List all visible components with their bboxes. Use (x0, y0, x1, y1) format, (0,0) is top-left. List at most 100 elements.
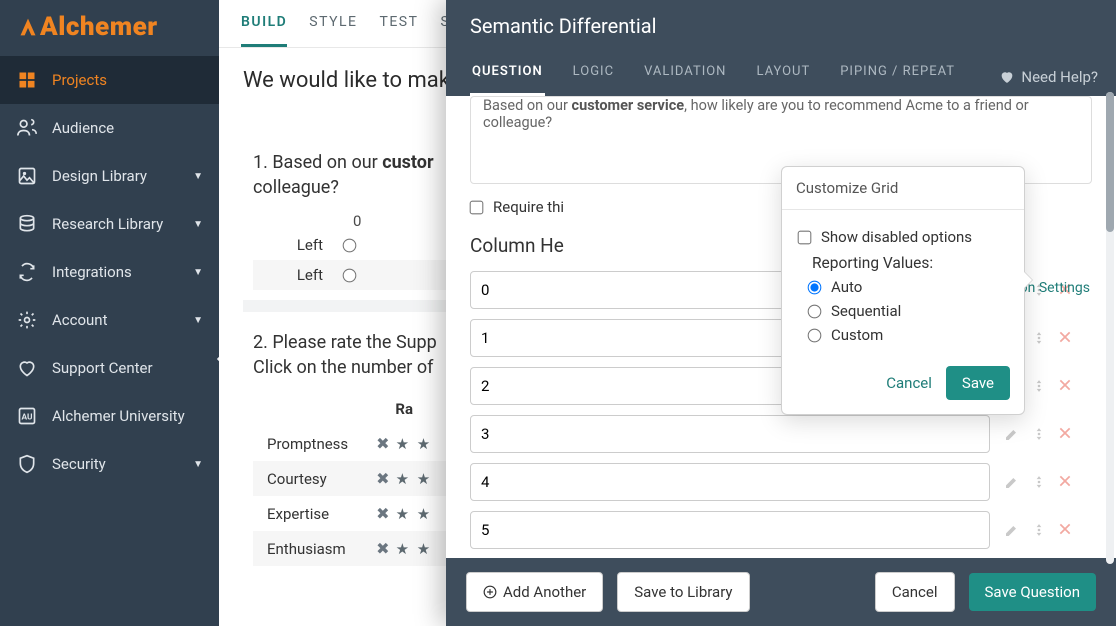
sidebar-item-label: Account (52, 311, 108, 329)
panel-header: Semantic Differential QUESTION LOGIC VAL… (446, 0, 1116, 96)
reporting-value-option[interactable]: Auto (808, 278, 1008, 296)
plus-circle-icon (483, 585, 497, 599)
tab-test[interactable]: TEST (379, 14, 418, 47)
delete-icon[interactable] (1058, 474, 1072, 490)
chevron-down-icon: ▼ (193, 459, 203, 470)
sidebar-item-label: Alchemer University (52, 407, 185, 425)
sidebar-item-integrations[interactable]: Integrations ▼ (0, 248, 219, 296)
show-disabled-row[interactable]: Show disabled options (798, 228, 1008, 246)
rating-row-label: Courtesy (253, 461, 362, 496)
cancel-button[interactable]: Cancel (875, 572, 955, 612)
sidebar-item-projects[interactable]: Projects (0, 56, 219, 104)
drag-handle-icon[interactable] (1032, 522, 1046, 538)
column-header-input[interactable] (470, 415, 990, 453)
delete-icon[interactable] (1058, 522, 1072, 538)
reporting-value-label: Sequential (831, 302, 901, 320)
db-icon (16, 213, 38, 235)
sidebar-item-label: Security (52, 455, 106, 473)
rating-row-label: Expertise (253, 496, 362, 531)
sidebar-item-label: Design Library (52, 167, 147, 185)
star-rating[interactable]: ✖★ ★ (362, 426, 446, 461)
panel-tab-question[interactable]: QUESTION (470, 54, 545, 96)
rating-row: Promptness✖★ ★ (253, 426, 446, 461)
chevron-down-icon: ▼ (193, 315, 203, 326)
column-header-row (470, 463, 1092, 501)
sync-icon (16, 261, 38, 283)
delete-icon[interactable] (1058, 330, 1072, 346)
popover-title: Customize Grid (782, 167, 1024, 210)
rating-row: Expertise✖★ ★ (253, 496, 446, 531)
drag-handle-icon[interactable] (1032, 378, 1046, 394)
rating-table: Ra Promptness✖★ ★Courtesy✖★ ★Expertise✖★… (253, 392, 446, 566)
scrollbar-thumb[interactable] (1106, 92, 1114, 232)
column-header-row (470, 511, 1092, 549)
brand-icon (18, 17, 38, 37)
reporting-value-label: Custom (831, 326, 883, 344)
rating-row-label: Promptness (253, 426, 362, 461)
panel-tab-layout[interactable]: LAYOUT (754, 54, 812, 96)
show-disabled-checkbox[interactable] (798, 230, 812, 244)
sidebar-item-alchemer-university[interactable]: AU Alchemer University (0, 392, 219, 440)
save-to-library-button[interactable]: Save to Library (617, 572, 749, 612)
grid-icon (16, 69, 38, 91)
panel-title: Semantic Differential (470, 14, 1092, 38)
delete-icon[interactable] (1058, 426, 1072, 442)
reporting-value-label: Auto (831, 278, 862, 296)
sidebar-item-label: Integrations (52, 263, 132, 281)
chevron-down-icon: ▼ (193, 171, 203, 182)
gear-icon (16, 309, 38, 331)
column-header-input[interactable] (470, 463, 990, 501)
need-help-link[interactable]: Need Help? (999, 68, 1098, 86)
sidebar: Alchemer Projects Audience Design Library ▼… (0, 0, 219, 626)
sidebar-item-label: Research Library (52, 215, 163, 233)
reporting-value-radio[interactable] (808, 304, 822, 318)
column-header-input[interactable] (470, 511, 990, 549)
save-question-button[interactable]: Save Question (969, 573, 1096, 611)
reporting-values-label: Reporting Values: (812, 254, 1008, 272)
tab-build[interactable]: BUILD (241, 14, 287, 47)
chevron-down-icon: ▼ (193, 267, 203, 278)
sidebar-item-label: Support Center (52, 359, 153, 377)
reporting-value-option[interactable]: Sequential (808, 302, 1008, 320)
shield-icon (16, 453, 38, 475)
sidebar-item-support-center[interactable]: Support Center (0, 344, 219, 392)
drag-handle-icon[interactable] (1032, 426, 1046, 442)
reporting-value-option[interactable]: Custom (808, 326, 1008, 344)
panel-tab-piping[interactable]: PIPING / REPEAT (838, 54, 957, 96)
panel-tab-logic[interactable]: LOGIC (571, 54, 616, 96)
require-checkbox[interactable] (470, 200, 484, 214)
star-rating[interactable]: ✖★ ★ (362, 531, 446, 566)
sidebar-item-label: Audience (52, 119, 114, 137)
pencil-icon[interactable] (1004, 474, 1020, 490)
tab-style[interactable]: STYLE (309, 14, 357, 47)
delete-icon[interactable] (1058, 378, 1072, 394)
q1-radio[interactable] (343, 238, 357, 252)
sidebar-item-security[interactable]: Security ▼ (0, 440, 219, 488)
svg-text:AU: AU (21, 412, 33, 422)
chevron-down-icon: ▼ (193, 219, 203, 230)
sidebar-item-design-library[interactable]: Design Library ▼ (0, 152, 219, 200)
drag-handle-icon[interactable] (1032, 330, 1046, 346)
rating-row: Courtesy✖★ ★ (253, 461, 446, 496)
require-label: Require thi (493, 198, 564, 216)
reporting-value-radio[interactable] (808, 280, 822, 294)
sidebar-item-research-library[interactable]: Research Library ▼ (0, 200, 219, 248)
popover-save-button[interactable]: Save (946, 366, 1010, 400)
reporting-value-radio[interactable] (808, 328, 822, 342)
image-icon (16, 165, 38, 187)
pencil-icon[interactable] (1004, 522, 1020, 538)
q1-radio[interactable] (343, 268, 357, 282)
question-editor-panel: Semantic Differential QUESTION LOGIC VAL… (446, 0, 1116, 626)
sidebar-item-audience[interactable]: Audience (0, 104, 219, 152)
panel-tab-validation[interactable]: VALIDATION (642, 54, 728, 96)
star-rating[interactable]: ✖★ ★ (362, 496, 446, 531)
pencil-icon[interactable] (1004, 426, 1020, 442)
sidebar-item-label: Projects (52, 71, 107, 89)
brand-logo: Alchemer (0, 0, 219, 56)
drag-handle-icon[interactable] (1032, 474, 1046, 490)
star-rating[interactable]: ✖★ ★ (362, 461, 446, 496)
sidebar-item-account[interactable]: Account ▼ (0, 296, 219, 344)
popover-cancel-button[interactable]: Cancel (886, 374, 932, 392)
rating-row: Enthusiasm✖★ ★ (253, 531, 446, 566)
add-another-button[interactable]: Add Another (466, 572, 603, 612)
